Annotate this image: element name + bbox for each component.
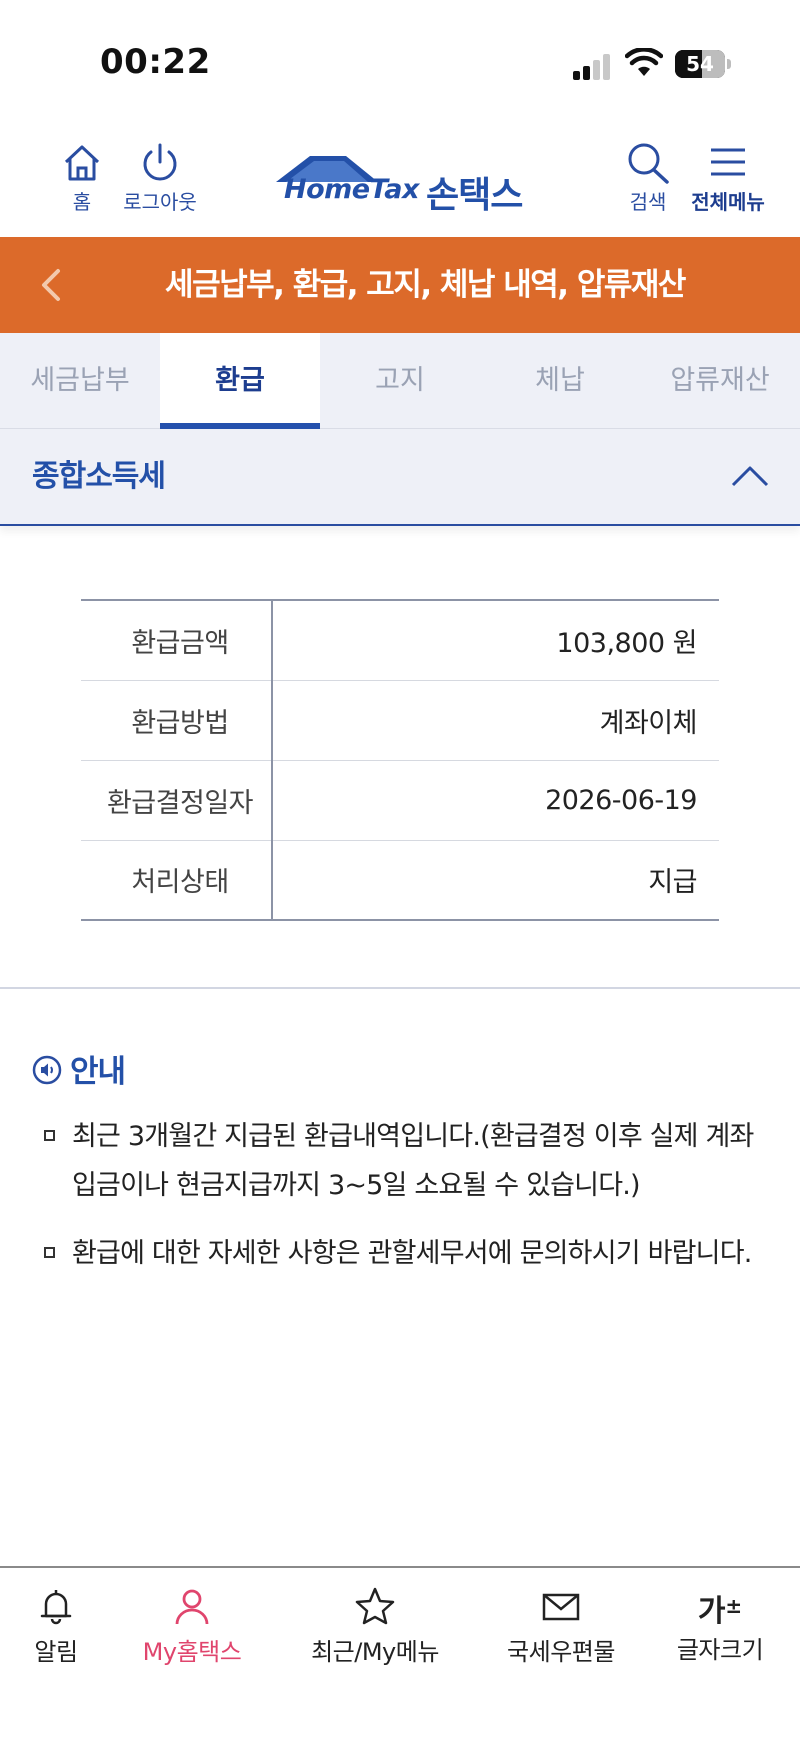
bell-icon xyxy=(40,1590,72,1625)
notice-section: 안내 최근 3개월간 지급된 환급내역입니다.(환급결정 이후 실제 계좌 입금… xyxy=(32,1046,772,1297)
notice-heading: 안내 xyxy=(70,1053,126,1090)
chevron-left-icon[interactable] xyxy=(36,267,66,303)
nav-my-hometax-label: My홈택스 xyxy=(142,1638,242,1666)
wifi-icon xyxy=(625,48,663,76)
row-value: 103,800 원 xyxy=(272,600,719,681)
battery-cap xyxy=(727,59,731,69)
square-bullet-icon xyxy=(44,1130,55,1141)
tab-label: 압류재산 xyxy=(670,365,770,396)
home-icon xyxy=(64,145,100,181)
nav-alert[interactable]: 알림 xyxy=(20,1586,92,1667)
app-header: 홈 로그아웃 HomeTax 손택스 검색 전체메뉴 xyxy=(0,130,800,237)
square-bullet-icon xyxy=(44,1247,55,1258)
notice-text: 최근 3개월간 지급된 환급내역입니다.(환급결정 이후 실제 계좌 입금이나 … xyxy=(72,1121,754,1201)
tab-seized-property[interactable]: 압류재산 xyxy=(640,333,800,429)
tab-refund[interactable]: 환급 xyxy=(160,333,320,429)
bottom-navigation: 알림 My홈택스 최근/My메뉴 국세우편물 가± 글자크기 xyxy=(0,1566,800,1740)
list-item: 최근 3개월간 지급된 환급내역입니다.(환급결정 이후 실제 계좌 입금이나 … xyxy=(32,1112,772,1210)
nav-font-size-label: 글자크기 xyxy=(676,1636,764,1664)
font-size-sign: ± xyxy=(725,1594,743,1618)
home-label: 홈 xyxy=(72,190,92,214)
power-icon xyxy=(143,143,177,181)
row-value: 지급 xyxy=(648,867,697,899)
row-value: 2026-06-19 xyxy=(272,760,719,841)
battery-level: 54 xyxy=(686,52,714,76)
home-button[interactable]: 홈 xyxy=(58,142,106,215)
nav-my-hometax[interactable]: My홈택스 xyxy=(132,1586,252,1667)
tab-label: 환급 xyxy=(215,365,265,396)
row-label: 환급금액 xyxy=(81,600,273,681)
envelope-icon xyxy=(542,1593,580,1621)
notice-list: 최근 3개월간 지급된 환급내역입니다.(환급결정 이후 실제 계좌 입금이나 … xyxy=(32,1112,772,1278)
logo-hometax-text: HomeTax xyxy=(284,174,419,205)
tab-label: 고지 xyxy=(375,365,425,396)
tab-arrears[interactable]: 체납 xyxy=(480,333,640,429)
tab-label: 세금납부 xyxy=(30,365,130,396)
page-title: 세금납부, 환급, 고지, 체납 내역, 압류재산 xyxy=(165,267,686,303)
section-accordion-header[interactable]: 종합소득세 xyxy=(0,429,800,526)
table-row: 환급방법 계좌이체 xyxy=(81,680,719,761)
full-menu-button[interactable]: 전체메뉴 xyxy=(686,142,770,215)
font-size-glyph: 가 xyxy=(697,1594,726,1629)
nav-tax-mail[interactable]: 국세우편물 xyxy=(498,1586,624,1667)
chevron-up-icon[interactable] xyxy=(730,463,770,489)
nav-tax-mail-label: 국세우편물 xyxy=(507,1638,615,1666)
hometax-sontax-logo[interactable]: HomeTax 손택스 xyxy=(272,152,538,216)
search-button[interactable]: 검색 xyxy=(620,142,676,215)
speaker-icon xyxy=(32,1055,62,1085)
row-label: 환급방법 xyxy=(81,680,273,761)
nav-recent-label: 최근/My메뉴 xyxy=(311,1638,439,1666)
search-label: 검색 xyxy=(629,190,667,214)
status-bar: 00:22 54 xyxy=(0,0,800,130)
tab-tax-payment[interactable]: 세금납부 xyxy=(0,333,160,429)
logout-label: 로그아웃 xyxy=(123,190,197,214)
nav-recent-my-menu[interactable]: 최근/My메뉴 xyxy=(300,1586,450,1667)
page-title-bar: 세금납부, 환급, 고지, 체납 내역, 압류재산 xyxy=(0,237,800,333)
cellular-signal-icon xyxy=(573,52,613,80)
nav-font-size[interactable]: 가± 글자크기 xyxy=(670,1586,770,1665)
notice-header: 안내 xyxy=(32,1046,772,1090)
refund-detail-table: 환급금액 103,800 원 환급방법 계좌이체 환급결정일자 2026-06-… xyxy=(81,599,719,921)
notice-text: 환급에 대한 자세한 사항은 관할세무서에 문의하시기 바랍니다. xyxy=(72,1238,752,1269)
nav-alert-label: 알림 xyxy=(34,1638,78,1666)
category-tabs: 세금납부 환급 고지 체납 압류재산 xyxy=(0,333,800,429)
battery-icon: 54 xyxy=(675,50,725,78)
table-row: 환급결정일자 2026-06-19 xyxy=(81,760,719,841)
table-row: 환급금액 103,800 원 xyxy=(81,600,719,681)
section-title: 종합소득세 xyxy=(32,459,166,494)
font-size-icon: 가± xyxy=(670,1586,770,1629)
hamburger-menu-icon xyxy=(711,148,745,176)
tab-label: 체납 xyxy=(535,365,585,396)
section-divider xyxy=(0,987,800,989)
tab-notice[interactable]: 고지 xyxy=(320,333,480,429)
row-value: 계좌이체 xyxy=(272,680,719,761)
full-menu-label: 전체메뉴 xyxy=(691,190,765,214)
list-item: 환급에 대한 자세한 사항은 관할세무서에 문의하시기 바랍니다. xyxy=(32,1229,772,1278)
logout-button[interactable]: 로그아웃 xyxy=(118,142,202,215)
star-icon xyxy=(355,1587,395,1625)
person-icon xyxy=(175,1589,209,1625)
row-label: 환급결정일자 xyxy=(81,760,273,841)
row-label: 처리상태 xyxy=(81,840,273,920)
status-time: 00:22 xyxy=(100,42,211,82)
table-row: 처리상태 지급 xyxy=(81,840,719,920)
logo-sontax-text: 손택스 xyxy=(426,175,523,216)
search-icon xyxy=(628,143,669,184)
